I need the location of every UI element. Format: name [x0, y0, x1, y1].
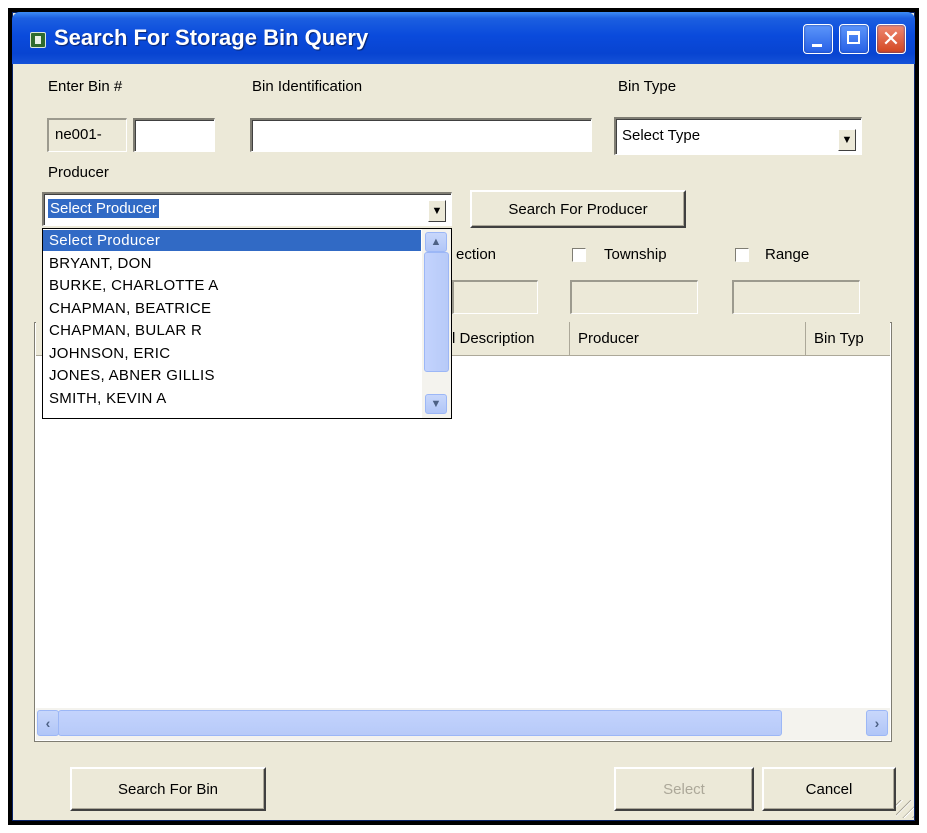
township-checkbox[interactable] — [572, 248, 586, 262]
section-label: ection — [456, 246, 497, 263]
search-for-bin-button[interactable]: Search For Bin — [70, 767, 266, 811]
list-item[interactable]: BRYANT, DON — [43, 253, 421, 274]
scroll-left-icon[interactable]: ‹ — [37, 710, 59, 736]
scroll-down-icon[interactable]: ▼ — [425, 394, 447, 414]
search-producer-button[interactable]: Search For Producer — [470, 190, 686, 228]
select-button[interactable]: Select — [614, 767, 754, 811]
column-header-bin-type[interactable]: Bin Typ — [806, 322, 890, 356]
list-item[interactable]: CHAPMAN, BEATRICE — [43, 298, 421, 319]
bin-number-label: Enter Bin # — [48, 78, 123, 95]
maximize-icon[interactable] — [839, 24, 869, 54]
list-item[interactable]: Select Producer — [43, 230, 421, 251]
list-item[interactable]: JONES, ABNER GILLIS — [43, 365, 421, 386]
list-item[interactable]: JOHNSON, ERIC — [43, 343, 421, 364]
resize-grip-icon[interactable] — [896, 800, 914, 818]
bin-prefix: ne001- — [47, 118, 127, 152]
range-label: Range — [765, 246, 810, 263]
close-icon[interactable]: ✕ — [876, 24, 906, 54]
producer-select[interactable]: Select Producer ▼ — [42, 192, 452, 226]
producer-label: Producer — [48, 164, 109, 181]
chevron-down-icon[interactable]: ▼ — [428, 200, 446, 222]
bin-number-input[interactable] — [133, 118, 215, 152]
bin-type-selected: Select Type — [622, 127, 701, 144]
township-field[interactable] — [570, 280, 698, 314]
column-header-description[interactable]: l Description — [450, 322, 570, 356]
scroll-thumb[interactable] — [58, 710, 782, 736]
scroll-up-icon[interactable]: ▲ — [425, 232, 447, 252]
column-header-producer[interactable]: Producer — [570, 322, 806, 356]
list-item[interactable]: CHAPMAN, BULAR R — [43, 320, 421, 341]
bin-identification-input[interactable] — [250, 118, 592, 152]
bin-type-label: Bin Type — [618, 78, 677, 95]
range-checkbox[interactable] — [735, 248, 749, 262]
bin-type-select[interactable]: Select Type ▼ — [614, 117, 862, 155]
list-item[interactable]: BURKE, CHARLOTTE A — [43, 275, 421, 296]
chevron-down-icon[interactable]: ▼ — [838, 129, 856, 151]
app-icon — [30, 32, 46, 48]
minimize-icon[interactable] — [803, 24, 833, 54]
section-field[interactable] — [452, 280, 538, 314]
range-field[interactable] — [732, 280, 860, 314]
dropdown-scroll-thumb[interactable] — [424, 252, 449, 372]
bin-identification-label: Bin Identification — [252, 78, 363, 95]
cancel-button[interactable]: Cancel — [762, 767, 896, 811]
scroll-right-icon[interactable]: › — [866, 710, 888, 736]
list-item[interactable]: SMITH, KEVIN A — [43, 388, 421, 409]
producer-selected: Select Producer — [48, 199, 159, 218]
window-title: Search For Storage Bin Query — [54, 25, 369, 50]
township-label: Township — [604, 246, 667, 263]
